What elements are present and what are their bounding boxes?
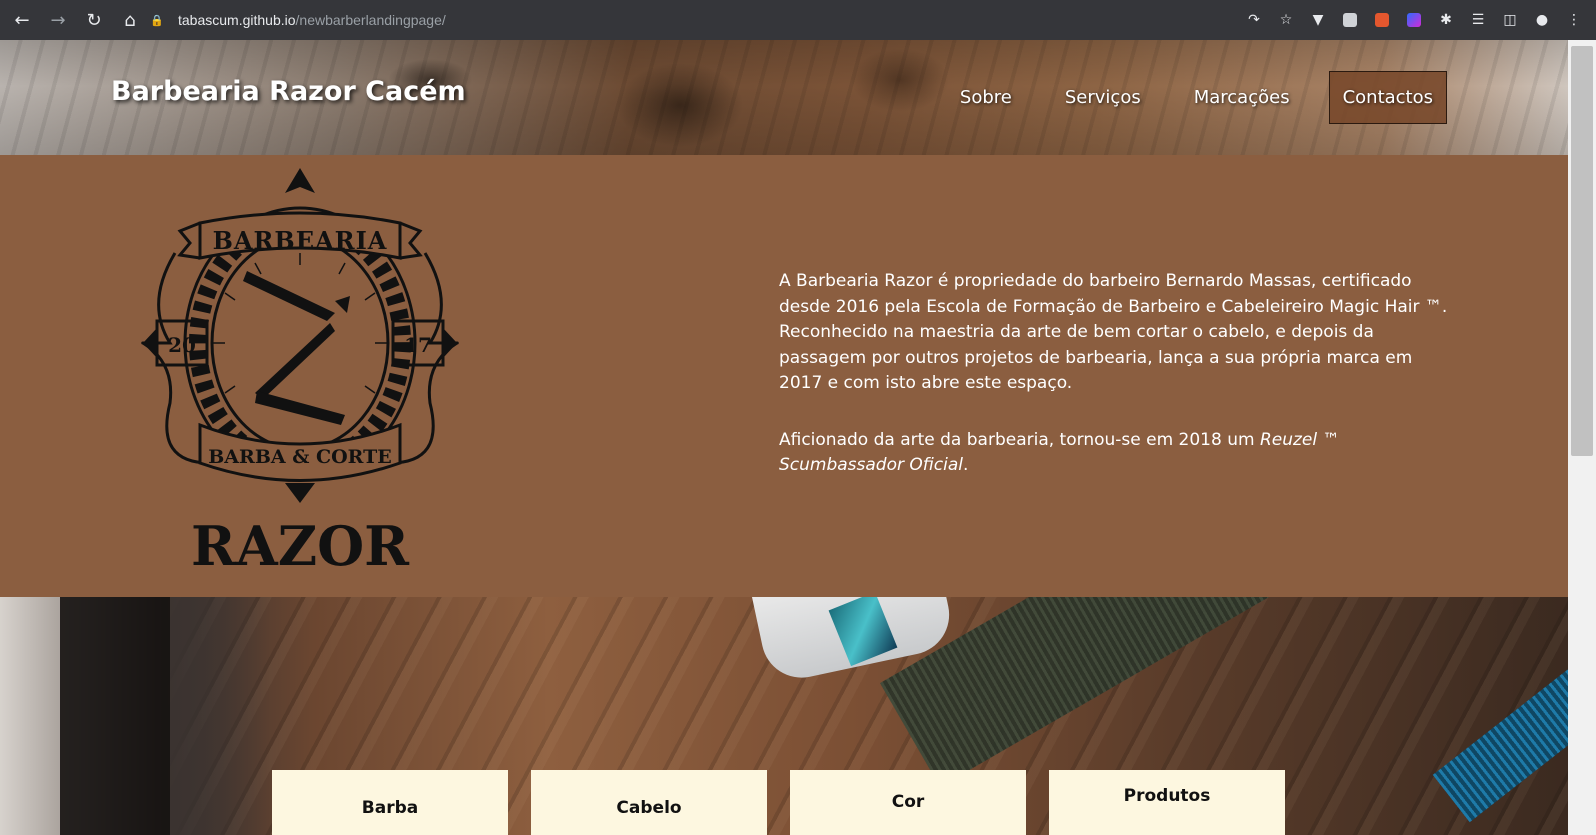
nav-link-contactos[interactable]: Contactos	[1328, 71, 1447, 124]
web-page: Barbearia Razor Cacém Sobre Serviços Mar…	[0, 40, 1568, 835]
service-card-cabelo[interactable]: Cabelo	[531, 770, 767, 835]
extensions-puzzle-icon[interactable]: ✱	[1432, 6, 1460, 34]
service-card-title: Cabelo	[616, 798, 682, 818]
extension-icon[interactable]	[1368, 6, 1396, 34]
profile-icon[interactable]: ●	[1528, 6, 1556, 34]
address-bar[interactable]: 🔒 tabascum.github.io/newbarberlandingpag…	[140, 5, 1230, 35]
about-paragraph-2-end: .	[962, 455, 969, 475]
nav-link-marcacoes[interactable]: Marcações	[1180, 71, 1304, 124]
extension-icon[interactable]: ▼	[1304, 6, 1332, 34]
logo-top-text: BARBEARIA	[213, 226, 388, 255]
nav-link-servicos[interactable]: Serviços	[1051, 71, 1155, 124]
service-card-title: Cor	[891, 792, 925, 812]
share-icon[interactable]: ↷	[1240, 6, 1268, 34]
site-header: Barbearia Razor Cacém Sobre Serviços Mar…	[0, 40, 1568, 155]
forward-icon[interactable]: →	[42, 4, 74, 36]
reload-icon[interactable]: ↻	[78, 4, 110, 36]
lock-icon[interactable]: 🔒	[150, 14, 168, 27]
service-card-title: Barba	[361, 798, 419, 818]
page-scrollbar[interactable]	[1568, 40, 1596, 835]
about-description: A Barbearia Razor é propriedade do barbe…	[779, 269, 1459, 479]
about-paragraph-2: Aficionado da arte da barbearia, tornou-…	[779, 428, 1459, 479]
url-path: /newbarberlandingpage/	[295, 12, 446, 28]
razor-logo: 20 17 BARBEARIA BARBA & CORTE RAZOR	[135, 163, 465, 578]
back-icon[interactable]: ←	[6, 4, 38, 36]
url-host: tabascum.github.io	[178, 12, 296, 28]
bookmark-star-icon[interactable]: ☆	[1272, 6, 1300, 34]
service-card-title: Produtos	[1123, 786, 1211, 806]
site-brand[interactable]: Barbearia Razor Cacém	[111, 76, 466, 107]
service-cards: Barba Cabelo Cor Produtos	[272, 770, 1285, 835]
service-card-produtos[interactable]: Produtos	[1049, 770, 1285, 835]
media-controls-icon[interactable]: ☰	[1464, 6, 1492, 34]
side-panel-icon[interactable]: ◫	[1496, 6, 1524, 34]
extension-icon[interactable]	[1400, 6, 1428, 34]
main-nav: Sobre Serviços Marcações Contactos	[921, 71, 1447, 124]
extension-icon[interactable]	[1336, 6, 1364, 34]
logo-ribbon-text: BARBA & CORTE	[208, 446, 392, 468]
about-paragraph-1: A Barbearia Razor é propriedade do barbe…	[779, 271, 1448, 393]
about-section: 20 17 BARBEARIA BARBA & CORTE RAZOR A Ba…	[0, 155, 1568, 597]
menu-kebab-icon[interactable]: ⋮	[1560, 6, 1588, 34]
browser-toolbar: ← → ↻ ⌂ 🔒 tabascum.github.io/newbarberla…	[0, 0, 1596, 40]
service-card-cor[interactable]: Cor	[790, 770, 1026, 835]
logo-wordmark: RAZOR	[191, 514, 410, 573]
scrollbar-thumb[interactable]	[1571, 46, 1593, 456]
about-paragraph-2-lead: Aficionado da arte da barbearia, tornou-…	[779, 429, 1260, 450]
service-card-barba[interactable]: Barba	[272, 770, 508, 835]
nav-link-sobre[interactable]: Sobre	[946, 71, 1026, 124]
